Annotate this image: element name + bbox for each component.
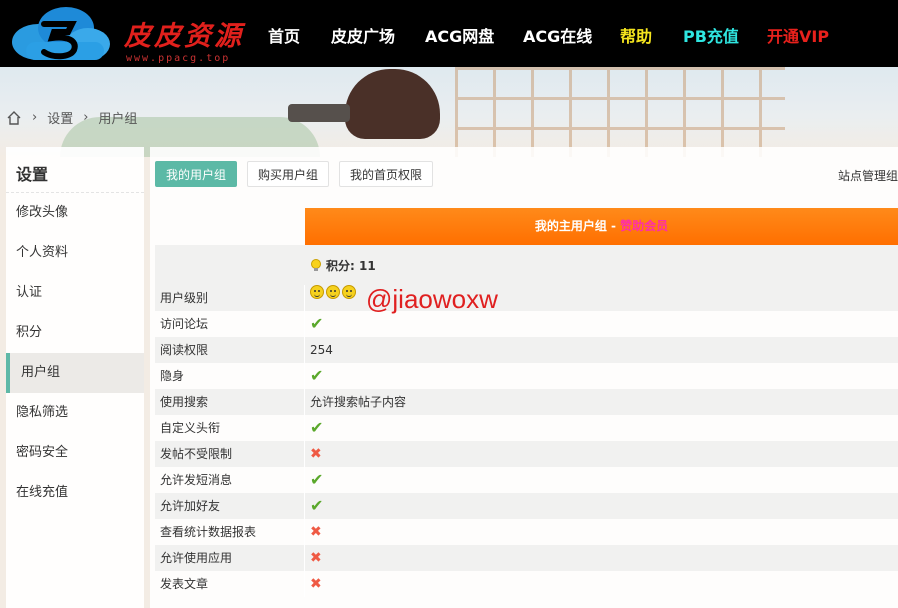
settings-sidebar: 设置 修改头像 个人资料 认证 积分 用户组 隐私筛选 密码安全 在线充值 bbox=[6, 147, 144, 608]
score-display: 积分: 11 bbox=[310, 257, 376, 274]
table-row: 阅读权限 254 bbox=[155, 337, 898, 363]
column-divider bbox=[304, 493, 305, 519]
row-label: 发表文章 bbox=[160, 577, 209, 591]
check-icon: ✔ bbox=[310, 470, 324, 489]
main-group-header: 我的主用户组 - 赞助会员 bbox=[305, 208, 898, 245]
site-admin-group-link[interactable]: 站点管理组 bbox=[838, 167, 898, 184]
sidebar-title: 设置 bbox=[6, 147, 144, 193]
column-divider bbox=[304, 519, 305, 545]
banner-window-lattice bbox=[455, 67, 785, 157]
row-label: 自定义头衔 bbox=[160, 421, 221, 435]
watermark-text: @jiaowoxw bbox=[366, 284, 498, 314]
main-group-prefix: 我的主用户组 - bbox=[534, 219, 621, 233]
sidebar-item-avatar[interactable]: 修改头像 bbox=[6, 193, 144, 233]
check-icon: ✔ bbox=[310, 314, 324, 333]
table-row: 允许发短消息 ✔ bbox=[155, 467, 898, 493]
column-divider bbox=[304, 571, 305, 597]
row-label: 允许发短消息 bbox=[160, 473, 233, 487]
home-icon[interactable] bbox=[6, 110, 22, 126]
column-divider bbox=[304, 441, 305, 467]
banner-telescope bbox=[288, 104, 350, 122]
tab-home-permission[interactable]: 我的首页权限 bbox=[339, 161, 434, 187]
table-row: 查看统计数据报表 ✖ bbox=[155, 519, 898, 545]
column-divider bbox=[304, 337, 305, 363]
row-label: 隐身 bbox=[160, 369, 185, 383]
row-value: 254 bbox=[310, 343, 333, 357]
row-label: 使用搜索 bbox=[160, 395, 209, 409]
logo-subtitle: www.ppacg.top bbox=[126, 53, 231, 64]
check-icon: ✔ bbox=[310, 366, 324, 385]
column-divider bbox=[304, 311, 305, 337]
table-row: 用户级别 bbox=[155, 285, 898, 311]
site-logo[interactable]: 皮皮资源 www.ppacg.top bbox=[8, 6, 241, 64]
nav-acg-online[interactable]: ACG在线 bbox=[523, 23, 592, 47]
row-label: 允许加好友 bbox=[160, 499, 221, 513]
column-divider bbox=[304, 285, 305, 311]
nav-home[interactable]: 首页 bbox=[268, 23, 300, 47]
check-icon: ✔ bbox=[310, 496, 324, 515]
row-label: 发帖不受限制 bbox=[160, 447, 233, 461]
row-label: 阅读权限 bbox=[160, 343, 209, 357]
sidebar-item-verify[interactable]: 认证 bbox=[6, 273, 144, 313]
logo-title: 皮皮资源 bbox=[124, 21, 244, 52]
column-divider bbox=[304, 467, 305, 493]
table-row: 隐身 ✔ bbox=[155, 363, 898, 389]
column-divider bbox=[304, 363, 305, 389]
breadcrumb-usergroup[interactable]: 用户组 bbox=[98, 108, 137, 127]
usergroup-panel: 我的用户组 购买用户组 我的首页权限 站点管理组 我的主用户组 - 赞助会员 积… bbox=[150, 147, 898, 608]
nav-open-vip[interactable]: 开通VIP bbox=[767, 23, 829, 47]
row-label: 允许使用应用 bbox=[160, 551, 233, 565]
score-row: 积分: 11 bbox=[155, 245, 898, 285]
column-divider bbox=[304, 389, 305, 415]
nav-help[interactable]: 帮助 bbox=[620, 23, 652, 47]
row-value: 允许搜索帖子内容 bbox=[310, 395, 407, 409]
table-row: 发表文章 ✖ bbox=[155, 571, 898, 597]
cross-icon: ✖ bbox=[310, 550, 322, 566]
smiley-icon bbox=[342, 285, 356, 299]
sidebar-item-privacy[interactable]: 隐私筛选 bbox=[6, 393, 144, 433]
table-row: 允许加好友 ✔ bbox=[155, 493, 898, 519]
cloud-logo-icon bbox=[12, 7, 110, 60]
table-row: 自定义头衔 ✔ bbox=[155, 415, 898, 441]
top-navbar: 皮皮资源 www.ppacg.top 首页 皮皮广场 ACG网盘 ACG在线 帮… bbox=[0, 0, 898, 67]
sidebar-item-security[interactable]: 密码安全 bbox=[6, 433, 144, 473]
table-row: 使用搜索 允许搜索帖子内容 bbox=[155, 389, 898, 415]
sidebar-item-usergroup[interactable]: 用户组 bbox=[6, 353, 144, 393]
row-label: 查看统计数据报表 bbox=[160, 525, 257, 539]
level-smiley-icons bbox=[310, 285, 358, 299]
main-group-name[interactable]: 赞助会员 bbox=[620, 219, 668, 233]
nav-acg-disk[interactable]: ACG网盘 bbox=[425, 23, 494, 47]
sidebar-item-recharge[interactable]: 在线充值 bbox=[6, 473, 144, 513]
row-label: 访问论坛 bbox=[160, 317, 209, 331]
banner-character bbox=[345, 69, 440, 139]
check-icon: ✔ bbox=[310, 418, 324, 437]
table-row: 发帖不受限制 ✖ bbox=[155, 441, 898, 467]
nav-plaza[interactable]: 皮皮广场 bbox=[331, 23, 395, 47]
breadcrumb: › 设置 › 用户组 bbox=[6, 108, 137, 127]
cross-icon: ✖ bbox=[310, 576, 322, 592]
cross-icon: ✖ bbox=[310, 446, 322, 462]
table-row: 允许使用应用 ✖ bbox=[155, 545, 898, 571]
lightbulb-icon bbox=[311, 258, 321, 271]
chevron-right-icon: › bbox=[83, 110, 89, 125]
sidebar-item-profile[interactable]: 个人资料 bbox=[6, 233, 144, 273]
chevron-right-icon: › bbox=[32, 110, 38, 125]
smiley-icon bbox=[326, 285, 340, 299]
breadcrumb-settings[interactable]: 设置 bbox=[47, 108, 73, 127]
row-label: 用户级别 bbox=[160, 291, 209, 305]
nav-pb-recharge[interactable]: PB充值 bbox=[683, 23, 739, 47]
smiley-icon bbox=[310, 285, 324, 299]
score-text: 积分: 11 bbox=[326, 259, 376, 273]
cross-icon: ✖ bbox=[310, 524, 322, 540]
sidebar-item-credits[interactable]: 积分 bbox=[6, 313, 144, 353]
column-divider bbox=[304, 415, 305, 441]
column-divider bbox=[304, 545, 305, 571]
tab-my-usergroup[interactable]: 我的用户组 bbox=[155, 161, 238, 187]
table-row: 访问论坛 ✔ bbox=[155, 311, 898, 337]
tab-buy-usergroup[interactable]: 购买用户组 bbox=[247, 161, 330, 187]
